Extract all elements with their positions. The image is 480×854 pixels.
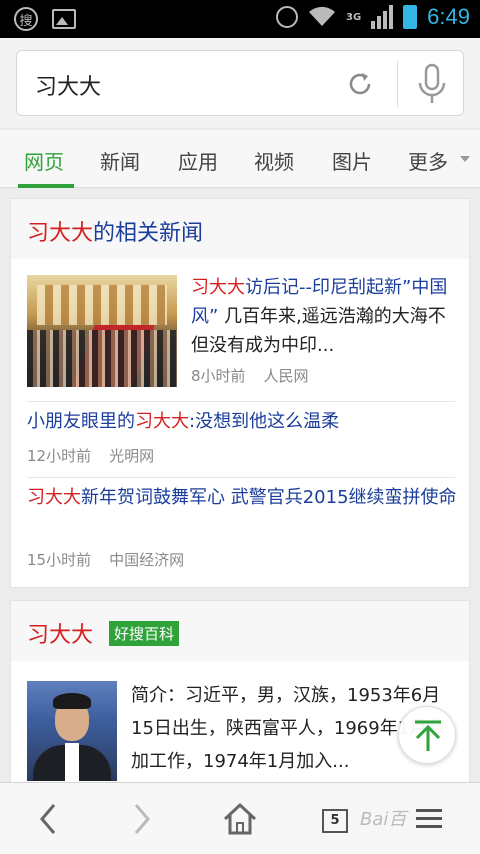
arrow-up-icon: [415, 720, 441, 751]
browser-bottom-bar: 5 Bai百: [0, 782, 480, 854]
news-item-3[interactable]: 习大大新年贺词鼓舞军心 武警官兵2015继续蛮拼使命: [27, 483, 457, 512]
encyclopedia-title[interactable]: 习大大: [27, 617, 93, 649]
tab-web[interactable]: 网页: [24, 146, 64, 175]
news-source: 人民网: [263, 367, 309, 385]
tab-images[interactable]: 图片: [332, 146, 372, 175]
home-icon[interactable]: [222, 801, 258, 837]
search-header: 习大大: [0, 38, 480, 128]
news-card-title[interactable]: 习大大的相关新闻: [27, 215, 203, 247]
image-notification-icon: [52, 9, 76, 29]
news-time: 8小时前: [191, 367, 246, 385]
news-card-header[interactable]: 习大大的相关新闻: [11, 199, 469, 259]
search-query[interactable]: 习大大: [35, 69, 101, 101]
tab-apps[interactable]: 应用: [178, 146, 218, 175]
status-bar: 搜 3G 6:49: [0, 0, 480, 38]
news-divider: [27, 401, 455, 402]
back-to-top-button[interactable]: [398, 706, 456, 764]
alarm-icon: [276, 6, 298, 28]
back-icon[interactable]: [30, 801, 66, 837]
menu-icon[interactable]: [416, 809, 442, 829]
news-time: 15小时前: [27, 551, 92, 569]
encyclopedia-badge: 好搜百科: [109, 621, 180, 646]
news-source: 光明网: [109, 447, 155, 465]
active-tab-indicator: [18, 184, 74, 188]
microphone-icon[interactable]: [415, 63, 449, 107]
search-category-tabs: 网页 新闻 应用 视频 图片 更多: [0, 130, 480, 188]
battery-icon: [403, 5, 418, 29]
tab-count-button[interactable]: 5: [322, 809, 348, 833]
more-dropdown-icon[interactable]: [460, 156, 470, 162]
encyclopedia-portrait-image[interactable]: [27, 681, 117, 781]
network-type-label: 3G: [346, 11, 362, 23]
forward-icon[interactable]: [124, 801, 160, 837]
news-item-3-meta: 15小时前 中国经济网: [27, 549, 202, 570]
encyclopedia-card-header[interactable]: 习大大 好搜百科: [11, 601, 469, 661]
search-divider: [397, 61, 398, 107]
news-item-1[interactable]: 习大大访后记--印尼刮起新”中国风” 几百年来,遥远浩瀚的大海不但没有成为中印.…: [191, 273, 459, 360]
tab-more[interactable]: 更多: [408, 146, 448, 175]
news-source: 中国经济网: [109, 551, 185, 569]
news-thumbnail-image[interactable]: [27, 275, 177, 387]
tab-video[interactable]: 视频: [254, 146, 294, 175]
news-time: 12小时前: [27, 447, 92, 465]
encyclopedia-card: 习大大 好搜百科 简介：习近平，男，汉族，1953年6月15日出生，陕西富平人，…: [10, 600, 470, 790]
news-item-2[interactable]: 小朋友眼里的习大大:没想到他这么温柔: [27, 407, 457, 436]
news-item-2-meta: 12小时前 光明网: [27, 445, 172, 466]
signal-icon: [371, 5, 394, 29]
baidu-watermark: Bai百: [360, 809, 407, 830]
haosou-notification-icon: 搜: [14, 7, 38, 31]
search-input[interactable]: 习大大: [16, 50, 464, 116]
refresh-icon[interactable]: [347, 71, 373, 97]
news-item-1-meta: 8小时前 人民网: [191, 365, 327, 386]
news-divider: [27, 477, 455, 478]
news-item-1-snippet: 几百年来,遥远浩瀚的大海不但没有成为中印...: [191, 306, 446, 356]
clock-time: 6:49: [427, 4, 470, 29]
tab-news[interactable]: 新闻: [100, 146, 140, 175]
wifi-icon: [309, 6, 335, 26]
related-news-card: 习大大的相关新闻 习大大访后记--印尼刮起新”中国风” 几百年来,遥远浩瀚的大海…: [10, 198, 470, 588]
